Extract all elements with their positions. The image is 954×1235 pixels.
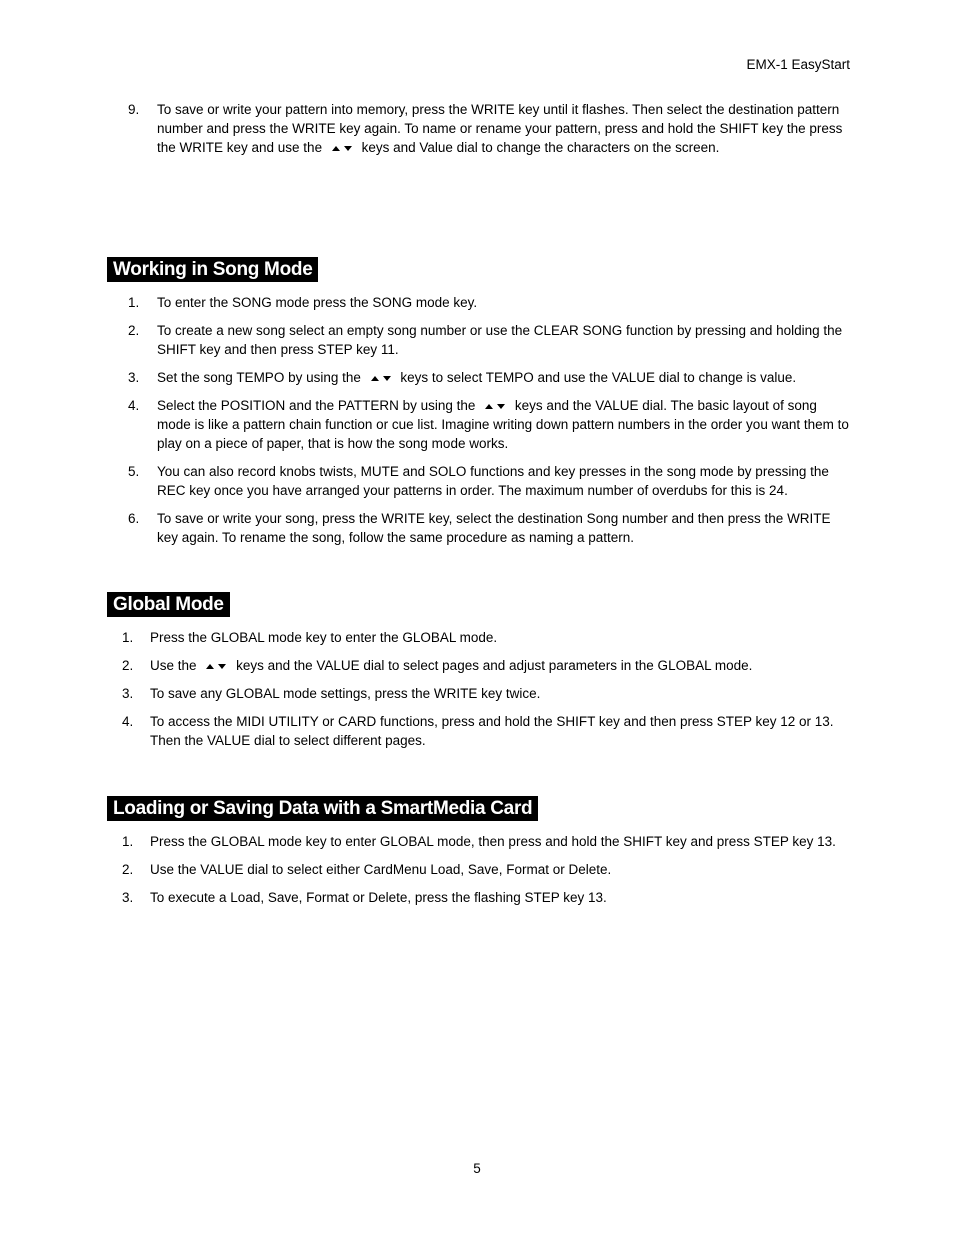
up-triangle-icon — [370, 375, 379, 381]
item-text: keys and the VALUE dial to select pages … — [236, 658, 753, 673]
item-text: keys and Value dial to change the charac… — [361, 140, 720, 155]
up-triangle-icon — [206, 663, 215, 669]
list-item: 3. To execute a Load, Save, Format or De… — [0, 888, 954, 907]
item-number: 9. — [128, 102, 140, 117]
item-text: Use the VALUE dial to select either Card… — [150, 862, 612, 877]
up-triangle-icon — [485, 403, 494, 409]
item-text: keys to select TEMPO and use the VALUE d… — [400, 370, 797, 385]
section-heading-smartmedia-card: Loading or Saving Data with a SmartMedia… — [107, 796, 539, 821]
item-number: 2. — [122, 658, 134, 673]
item-number: 1. — [128, 295, 140, 310]
item-text: Press the GLOBAL mode key to enter the G… — [150, 630, 498, 645]
list-item: 1. To enter the SONG mode press the SONG… — [0, 293, 954, 312]
item-number: 1. — [122, 630, 134, 645]
list-item: 2. Use the keys and the VALUE dial to se… — [0, 656, 954, 675]
item-text: To access the MIDI UTILITY or CARD funct… — [150, 714, 834, 748]
down-triangle-icon — [497, 403, 506, 409]
item-text: To enter the SONG mode press the SONG mo… — [157, 295, 478, 310]
item-number: 3. — [122, 890, 134, 905]
section-heading-song-mode: Working in Song Mode — [107, 257, 319, 282]
list-item: 2. Use the VALUE dial to select either C… — [0, 860, 954, 879]
item-text: To create a new song select an empty son… — [157, 323, 843, 357]
item-number: 3. — [128, 370, 140, 385]
item-text: To save any GLOBAL mode settings, press … — [150, 686, 541, 701]
list-item: 2. To create a new song select an empty … — [0, 321, 954, 359]
item-text: Use the — [150, 658, 197, 673]
global-mode-list: 1. Press the GLOBAL mode key to enter th… — [0, 628, 954, 759]
item-text: You can also record knobs twists, MUTE a… — [157, 464, 829, 498]
item-number: 4. — [128, 398, 140, 413]
list-item: 4. To access the MIDI UTILITY or CARD fu… — [0, 712, 954, 750]
list-item: 5. You can also record knobs twists, MUT… — [0, 462, 954, 500]
list-item: 4. Select the POSITION and the PATTERN b… — [0, 396, 954, 453]
list-item: 1. Press the GLOBAL mode key to enter th… — [0, 628, 954, 647]
item-number: 2. — [128, 323, 140, 338]
list-item: 6. To save or write your song, press the… — [0, 509, 954, 547]
down-triangle-icon — [382, 375, 391, 381]
item-number: 3. — [122, 686, 134, 701]
down-triangle-icon — [218, 663, 227, 669]
intro-list: 9. To save or write your pattern into me… — [0, 100, 954, 166]
page-number: 5 — [473, 1161, 481, 1176]
song-mode-list: 1. To enter the SONG mode press the SONG… — [0, 293, 954, 556]
document-title: EMX-1 EasyStart — [746, 57, 850, 72]
item-text: Press the GLOBAL mode key to enter GLOBA… — [150, 834, 836, 849]
section-heading-global-mode: Global Mode — [107, 592, 230, 617]
item-text: To save or write your song, press the WR… — [157, 511, 831, 545]
down-triangle-icon — [343, 145, 352, 151]
item-number: 1. — [122, 834, 134, 849]
list-item: 3. To save any GLOBAL mode settings, pre… — [0, 684, 954, 703]
up-triangle-icon — [331, 145, 340, 151]
list-item: 9. To save or write your pattern into me… — [0, 100, 954, 157]
item-number: 5. — [128, 464, 140, 479]
item-number: 4. — [122, 714, 134, 729]
smartmedia-list: 1. Press the GLOBAL mode key to enter GL… — [0, 832, 954, 916]
list-item: 3. Set the song TEMPO by using the keys … — [0, 368, 954, 387]
item-number: 2. — [122, 862, 134, 877]
item-text: Select the POSITION and the PATTERN by u… — [157, 398, 476, 413]
item-number: 6. — [128, 511, 140, 526]
item-text: Set the song TEMPO by using the — [157, 370, 361, 385]
item-text: To execute a Load, Save, Format or Delet… — [150, 890, 607, 905]
list-item: 1. Press the GLOBAL mode key to enter GL… — [0, 832, 954, 851]
